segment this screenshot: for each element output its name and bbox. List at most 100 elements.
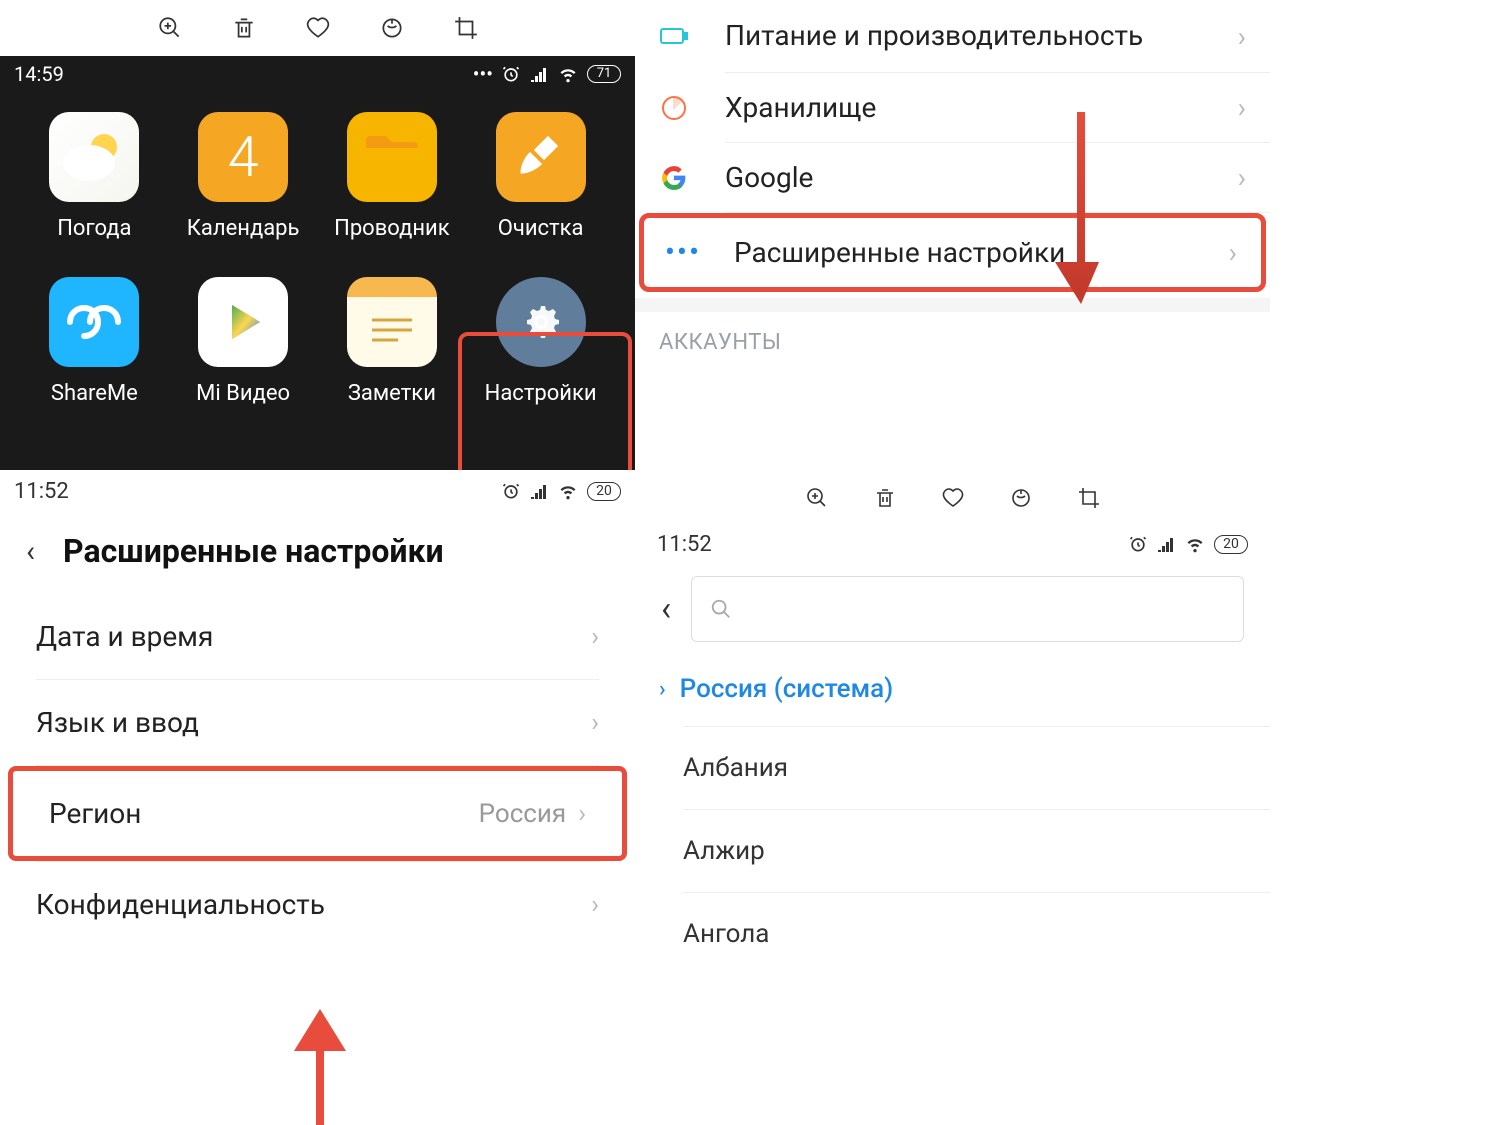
region-label: Алжир [683, 836, 765, 866]
wifi-icon [557, 64, 579, 84]
dots-icon: ••• [668, 238, 698, 268]
row-privacy[interactable]: Конфиденциальность › [0, 862, 635, 947]
clock: 14:59 [14, 62, 64, 86]
heart-icon[interactable] [941, 486, 965, 510]
panel-settings-list: Питание и производительность › Хранилище… [635, 0, 1270, 470]
app-mivideo[interactable]: Mi Видео [179, 277, 308, 406]
back-button[interactable]: ‹ [661, 589, 671, 629]
app-notes[interactable]: Заметки [328, 277, 457, 406]
app-cleaner[interactable]: Очистка [476, 112, 605, 241]
app-label: Проводник [334, 216, 450, 241]
status-bar: 11:52 20 [0, 470, 635, 512]
pie-icon [659, 93, 689, 123]
share-icon[interactable] [1009, 486, 1033, 510]
region-option[interactable]: Албания [635, 727, 1270, 809]
row-value: Россия [479, 799, 567, 829]
app-label: Календарь [187, 216, 300, 241]
alarm-icon [501, 481, 521, 501]
annotation-arrow-up [290, 1005, 350, 1125]
app-settings[interactable]: Настройки [476, 277, 605, 406]
chevron-right-icon: › [591, 622, 599, 652]
battery-indicator: 71 [587, 65, 621, 83]
crop-icon[interactable] [453, 15, 479, 41]
battery-indicator: 20 [1214, 535, 1248, 554]
trash-icon[interactable] [231, 15, 257, 41]
signal-icon [529, 481, 549, 501]
row-label: Google [725, 161, 1202, 194]
row-label: Дата и время [36, 620, 213, 653]
row-language[interactable]: Язык и ввод › [0, 680, 635, 765]
alarm-icon [501, 64, 521, 84]
region-option[interactable]: Алжир [635, 810, 1270, 892]
chevron-right-icon: › [591, 708, 599, 738]
play-icon [198, 277, 288, 367]
chevron-right-icon: › [591, 890, 599, 920]
back-button[interactable]: ‹ [26, 534, 35, 569]
app-label: Настройки [485, 381, 597, 406]
clock: 11:52 [14, 479, 69, 504]
app-label: ShareMe [51, 381, 138, 406]
row-advanced-settings[interactable]: ••• Расширенные настройки › [639, 213, 1266, 292]
battery-icon [659, 21, 689, 51]
region-option[interactable]: Ангола [635, 893, 1270, 975]
page-title: Расширенные настройки [63, 532, 444, 570]
home-screen: 14:59 ••• 71 Погода 4 Календарь [0, 56, 635, 470]
search-icon [710, 598, 732, 620]
alarm-icon [1128, 534, 1148, 554]
row-google[interactable]: Google › [635, 143, 1270, 212]
row-label: Язык и ввод [36, 706, 199, 739]
chevron-right-icon: › [659, 677, 666, 702]
panel-region-picker: 11:52 20 ‹ › Россия (система) Албания Ал… [635, 470, 1270, 1125]
gear-icon [496, 277, 586, 367]
section-accounts: АККАУНТЫ [635, 312, 1270, 365]
row-label: Регион [49, 797, 141, 830]
gallery-toolbar [0, 0, 635, 56]
status-bar: 14:59 ••• 71 [0, 56, 635, 92]
chevron-right-icon: › [1229, 236, 1237, 269]
shareme-icon [49, 277, 139, 367]
panel-advanced-settings: 11:52 20 ‹ Расширенные настройки Дата и … [0, 470, 635, 1125]
row-power[interactable]: Питание и производительность › [635, 0, 1270, 72]
row-datetime[interactable]: Дата и время › [0, 594, 635, 679]
row-label: Конфиденциальность [36, 888, 325, 921]
trash-icon[interactable] [873, 486, 897, 510]
signal-icon [529, 64, 549, 84]
app-calendar[interactable]: 4 Календарь [179, 112, 308, 241]
dots-icon: ••• [473, 62, 493, 86]
panel-home-screen: 14:59 ••• 71 Погода 4 Календарь [0, 0, 635, 470]
region-label: Ангола [683, 919, 769, 949]
crop-icon[interactable] [1077, 486, 1101, 510]
battery-indicator: 20 [587, 482, 621, 501]
app-label: Очистка [498, 216, 584, 241]
row-storage[interactable]: Хранилище › [635, 73, 1270, 142]
app-files[interactable]: Проводник [328, 112, 457, 241]
chevron-right-icon: › [1238, 91, 1246, 124]
folder-icon [347, 112, 437, 202]
current-region[interactable]: › Россия (система) [635, 652, 1270, 726]
zoom-icon[interactable] [805, 486, 829, 510]
row-label: Расширенные настройки [734, 236, 1193, 269]
share-icon[interactable] [379, 15, 405, 41]
gallery-toolbar [635, 470, 1270, 526]
chevron-right-icon: › [1238, 20, 1246, 53]
wifi-icon [1184, 534, 1206, 554]
current-region-label: Россия (система) [680, 674, 894, 704]
row-region[interactable]: Регион Россия › [8, 766, 627, 861]
zoom-icon[interactable] [157, 15, 183, 41]
search-input[interactable] [691, 576, 1244, 642]
chevron-right-icon: › [578, 799, 586, 829]
brush-icon [496, 112, 586, 202]
google-icon [659, 163, 689, 193]
app-label: Погода [57, 216, 131, 241]
weather-icon [49, 112, 139, 202]
heart-icon[interactable] [305, 15, 331, 41]
region-label: Албания [683, 753, 788, 783]
row-label: Питание и производительность [725, 18, 1202, 54]
clock: 11:52 [657, 532, 712, 557]
app-weather[interactable]: Погода [30, 112, 159, 241]
app-label: Mi Видео [196, 381, 290, 406]
chevron-right-icon: › [1238, 161, 1246, 194]
signal-icon [1156, 534, 1176, 554]
search-header: ‹ [635, 562, 1270, 652]
app-shareme[interactable]: ShareMe [30, 277, 159, 406]
